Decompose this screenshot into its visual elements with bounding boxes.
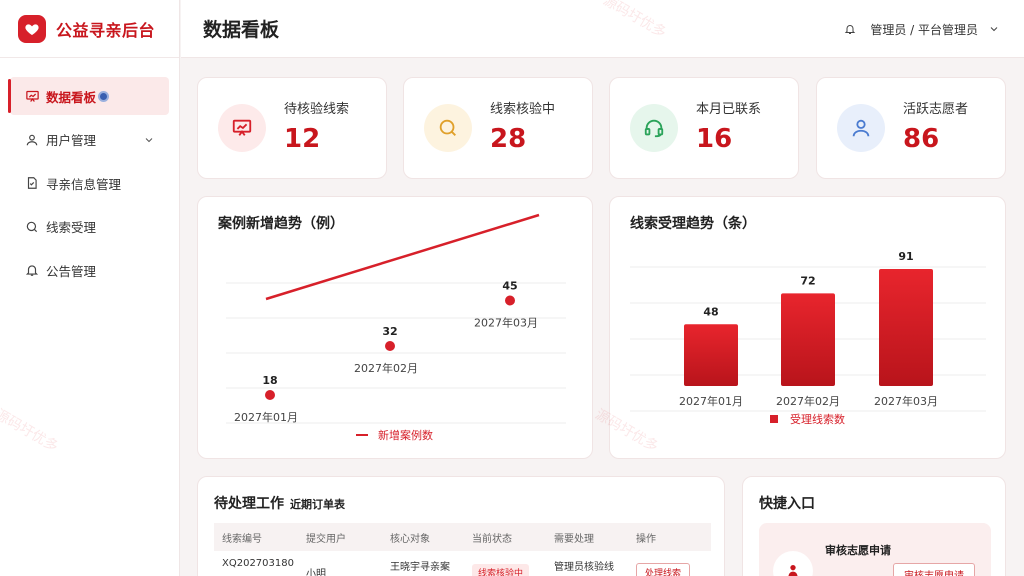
sidebar-nav: 数据看板 用户管理 寻亲信息管理 线索受理 公告管理 — [0, 58, 179, 289]
sidebar-item-label: 用户管理 — [46, 133, 97, 148]
quick-item-label: 审核志愿申请 — [825, 544, 891, 557]
top-header: 数据看板 管理员 / 平台管理员 — [181, 0, 1024, 58]
pending-work-card: 待处理工作 近期订单表 线索编号 提交用户 核心对象 当前状态 需要处理 操作 … — [197, 476, 725, 576]
data-point — [265, 390, 275, 400]
search-icon — [24, 219, 40, 235]
chevron-down-icon — [143, 134, 155, 149]
document-check-icon — [24, 175, 40, 191]
stat-card-contacted: 本月已联系 16 — [609, 77, 799, 179]
data-point — [385, 341, 395, 351]
data-label: 18 — [262, 374, 277, 387]
legend-label: 新增案例数 — [378, 428, 433, 442]
header-user-area: 管理员 / 平台管理员 — [844, 0, 1000, 58]
stat-card-volunteers: 活跃志愿者 86 — [816, 77, 1006, 179]
review-volunteer-button[interactable]: 审核志愿申请 — [893, 563, 975, 576]
x-tick-label: 2027年01月 — [234, 410, 298, 424]
column-header: 线索编号 — [222, 533, 262, 545]
sidebar: 公益寻亲后台 数据看板 用户管理 寻亲信息管理 线索受理 公告管理 — [0, 0, 180, 576]
sidebar-item-dashboard[interactable]: 数据看板 — [8, 77, 169, 115]
bell-icon[interactable] — [844, 23, 856, 35]
stat-card-verifying: 线索核验中 28 — [403, 77, 593, 179]
chevron-down-icon[interactable] — [988, 23, 1000, 35]
table-header: 线索编号 提交用户 核心对象 当前状态 需要处理 操作 — [214, 523, 711, 551]
page-title: 数据看板 — [203, 19, 280, 41]
presentation-icon — [218, 104, 266, 152]
data-point — [505, 295, 515, 306]
user-icon — [837, 104, 885, 152]
legend-square-icon — [770, 415, 778, 423]
heart-logo-icon — [18, 14, 46, 43]
clue-trend-chart-card: 线索受理趋势（条） 48 2027年01月 72 2027年02月 91 2027年03月… — [609, 196, 1006, 459]
process-clue-button[interactable]: 处理线索 — [636, 563, 691, 576]
data-label: 48 — [703, 305, 718, 318]
bar — [684, 324, 738, 386]
quick-item[interactable]: 审核志愿申请 审核志愿申请 — [759, 523, 991, 576]
stat-value: 12 — [284, 124, 321, 154]
stat-label: 本月已联系 — [696, 102, 762, 117]
stat-value: 86 — [903, 124, 940, 154]
quick-entry-card: 快捷入口 审核志愿申请 审核志愿申请 — [742, 476, 1006, 576]
case-trend-line-chart: 18 2027年01月 32 2027年02月 45 2027年03月新增案例数 — [226, 213, 566, 442]
user-icon — [24, 132, 40, 148]
clue-trend-bar-chart: 48 2027年01月 72 2027年02月 91 2027年03月受理线索数 — [630, 250, 986, 426]
todo-text: 管理员核验线 — [554, 562, 614, 573]
data-label: 72 — [800, 274, 815, 287]
clue-id: XQ202703180 — [222, 558, 294, 569]
column-header: 当前状态 — [472, 533, 512, 545]
column-header: 核心对象 — [390, 533, 430, 545]
sidebar-item-label: 公告管理 — [46, 263, 97, 279]
stat-value: 28 — [490, 124, 527, 154]
headset-icon — [630, 104, 678, 152]
column-header: 操作 — [636, 533, 656, 545]
x-tick-label: 2027年02月 — [354, 361, 418, 375]
legend-label: 受理线索数 — [790, 412, 845, 426]
quick-title: 快捷入口 — [759, 496, 815, 512]
submit-user: 小明 — [306, 569, 326, 576]
bell-icon — [24, 262, 40, 278]
presentation-icon — [24, 88, 40, 104]
data-label: 32 — [382, 325, 397, 338]
brand-title: 公益寻亲后台 — [56, 20, 156, 40]
stat-label: 线索核验中 — [490, 102, 556, 117]
column-header: 需要处理 — [554, 533, 594, 545]
x-tick-label: 2027年02月 — [776, 394, 840, 408]
case-trend-chart-card: 案例新增趋势（例） 18 2027年01月 32 2027年02月 45 2027年03月… — [197, 196, 593, 459]
status-badge: 线索核验中 — [472, 564, 530, 576]
stat-card-pending-clues: 待核验线索 12 — [197, 77, 387, 179]
stat-label: 待核验线索 — [284, 102, 350, 117]
table-row: XQ202703180 小明 王晓宇寻亲案 线索核验中 管理员核验线 处理线索 — [214, 555, 711, 576]
sidebar-item-family-search-info[interactable]: 寻亲信息管理 — [10, 164, 169, 202]
core-target: 王晓宇寻亲案 — [390, 562, 450, 573]
volunteer-icon — [773, 551, 813, 576]
sidebar-item-label: 寻亲信息管理 — [46, 176, 122, 192]
search-icon — [424, 104, 472, 152]
pending-subtitle: 近期订单表 — [290, 498, 345, 511]
bar — [879, 269, 933, 386]
sidebar-item-users[interactable]: 用户管理 — [10, 121, 169, 159]
status-dot-icon — [98, 90, 110, 102]
x-tick-label: 2027年01月 — [679, 394, 743, 408]
sidebar-item-label: 数据看板 — [46, 89, 97, 105]
sidebar-item-clues[interactable]: 线索受理 — [10, 208, 169, 246]
user-menu[interactable]: 管理员 / 平台管理员 — [870, 21, 978, 38]
data-label: 45 — [502, 280, 517, 293]
stat-value: 16 — [696, 124, 733, 154]
pending-title: 待处理工作 — [214, 496, 284, 512]
brand: 公益寻亲后台 — [0, 0, 179, 58]
sidebar-item-label: 线索受理 — [46, 220, 97, 235]
trend-line — [265, 213, 540, 301]
sidebar-item-announcements[interactable]: 公告管理 — [10, 251, 169, 289]
stat-label: 活跃志愿者 — [903, 102, 969, 117]
x-tick-label: 2027年03月 — [474, 316, 538, 330]
column-header: 提交用户 — [306, 533, 346, 545]
data-label: 91 — [898, 250, 913, 263]
x-tick-label: 2027年03月 — [874, 394, 938, 408]
bar — [781, 293, 835, 386]
